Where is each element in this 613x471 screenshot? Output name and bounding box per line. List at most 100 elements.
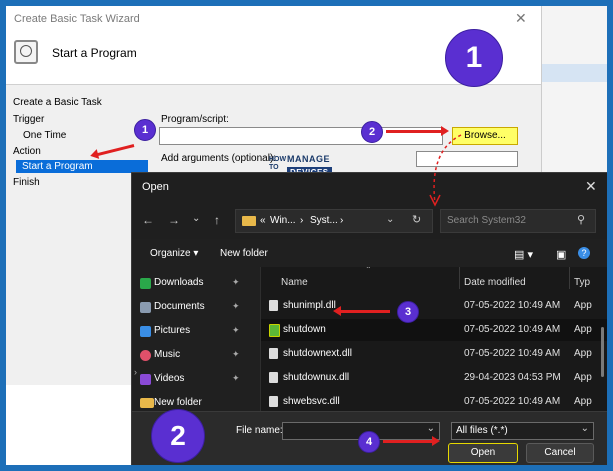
- pin-icon[interactable]: ✦: [232, 277, 240, 288]
- recent-chevron-icon[interactable]: ⌄: [192, 213, 200, 224]
- file-row[interactable]: shunimpl.dll 07-05-2022 10:49 AM App: [261, 295, 607, 317]
- refresh-icon[interactable]: ↻: [412, 213, 421, 226]
- address-segment-system[interactable]: Syst...: [310, 215, 338, 226]
- pin-icon[interactable]: ✦: [232, 349, 240, 360]
- address-dropdown-icon[interactable]: ⌄: [386, 214, 394, 225]
- file-row[interactable]: shutdownext.dll 07-05-2022 10:49 AM App: [261, 343, 607, 365]
- address-separator-end: ›: [340, 215, 344, 226]
- search-box[interactable]: Search System32 ⚲: [440, 209, 596, 233]
- search-icon[interactable]: ⚲: [577, 213, 585, 226]
- file-name: shwebsvc.dll: [283, 396, 340, 407]
- file-type: App: [574, 324, 592, 335]
- pin-icon[interactable]: ✦: [232, 373, 240, 384]
- dialog-title-bar: Open ✕: [132, 173, 607, 201]
- column-divider[interactable]: [569, 267, 570, 289]
- sort-up-icon: ⌃: [365, 267, 372, 274]
- file-name: shutdownux.dll: [283, 372, 350, 383]
- back-arrow-icon[interactable]: ←: [142, 213, 154, 227]
- sidebar-label: New folder: [154, 397, 202, 408]
- file-type: App: [574, 372, 592, 383]
- logo-how-to: HOW TO: [269, 156, 287, 171]
- downloads-icon: [140, 278, 151, 289]
- column-type[interactable]: Typ: [574, 277, 590, 288]
- dll-file-icon: [269, 372, 278, 383]
- step-badge-3: 3: [397, 301, 419, 323]
- nav-create-basic-task[interactable]: Create a Basic Task: [13, 97, 102, 108]
- annotation-arrow-to-shutdown: [333, 306, 390, 316]
- folder-icon: [242, 216, 256, 226]
- file-type-filter-value: All files (*.*): [456, 425, 508, 436]
- pictures-icon: [140, 326, 151, 337]
- annotation-arrow-to-open: [383, 436, 440, 446]
- dotted-connector-head: [429, 194, 441, 207]
- dll-file-icon: [269, 348, 278, 359]
- open-file-dialog: Open ✕ ← → ⌄ ↑ « Win... › Syst... › ⌄ ↻ …: [131, 172, 607, 465]
- open-button[interactable]: Open: [448, 443, 518, 463]
- column-name[interactable]: Name: [281, 277, 308, 288]
- file-type: App: [574, 396, 592, 407]
- dialog-close-icon[interactable]: ✕: [585, 178, 597, 195]
- dll-file-icon: [269, 300, 278, 311]
- file-row[interactable]: shutdownux.dll 29-04-2023 04:53 PM App: [261, 367, 607, 389]
- view-options-icon[interactable]: ▤ ▾: [514, 248, 533, 261]
- nav-finish[interactable]: Finish: [13, 177, 40, 188]
- search-placeholder: Search System32: [447, 215, 526, 226]
- column-date-modified[interactable]: Date modified: [464, 277, 526, 288]
- filter-dropdown-icon[interactable]: ⌄: [581, 423, 589, 434]
- nav-start-a-program[interactable]: Start a Program: [16, 160, 148, 173]
- program-script-label: Program/script:: [161, 114, 229, 125]
- wizard-title-bar: Create Basic Task Wizard ✕: [6, 6, 607, 32]
- sidebar-label: Videos: [154, 373, 185, 384]
- file-name: shutdownext.dll: [283, 348, 352, 359]
- sidebar-label: Documents: [154, 301, 205, 312]
- file-name-dropdown-icon[interactable]: ⌄: [427, 423, 435, 434]
- documents-icon: [140, 302, 151, 313]
- preview-pane-icon[interactable]: ▣: [556, 248, 566, 261]
- address-bar[interactable]: « Win... › Syst... › ⌄ ↻: [235, 209, 433, 233]
- forward-arrow-icon[interactable]: →: [168, 213, 180, 227]
- file-date: 07-05-2022 10:49 AM: [464, 348, 561, 359]
- file-row-shutdown[interactable]: shutdown 07-05-2022 10:49 AM App: [261, 319, 607, 341]
- step-badge-large-2: 2: [151, 409, 205, 463]
- help-icon[interactable]: ?: [578, 247, 590, 259]
- vertical-scrollbar[interactable]: [601, 327, 604, 377]
- up-arrow-icon[interactable]: ↑: [214, 213, 220, 227]
- folder-icon: [140, 398, 154, 408]
- organize-button[interactable]: Organize ▾: [150, 248, 198, 259]
- navigation-pane: › Downloads ✦ Documents ✦ Pictures ✦ Mus…: [132, 267, 261, 411]
- file-row[interactable]: shwebsvc.dll 07-05-2022 10:49 AM App: [261, 391, 607, 411]
- screenshot-frame: Create Basic Task Wizard ✕ Start a Progr…: [6, 6, 607, 465]
- file-list: ⌃ Name Date modified Typ shunimpl.dll 07…: [261, 267, 607, 411]
- wizard-close-icon[interactable]: ✕: [515, 10, 527, 27]
- dialog-toolbar: Organize ▾ New folder ▤ ▾ ▣ ?: [132, 239, 607, 267]
- expand-chevron-icon[interactable]: ›: [134, 367, 137, 377]
- task-clock-icon: [14, 40, 38, 64]
- address-segment-windows[interactable]: Win...: [270, 215, 296, 226]
- exe-file-icon: [269, 324, 280, 337]
- pin-icon[interactable]: ✦: [232, 301, 240, 312]
- dll-file-icon: [269, 396, 278, 407]
- wizard-heading: Start a Program: [52, 46, 137, 60]
- nav-trigger[interactable]: Trigger: [13, 114, 44, 125]
- file-type: App: [574, 300, 592, 311]
- file-date: 07-05-2022 10:49 AM: [464, 300, 561, 311]
- address-overflow: «: [260, 215, 266, 226]
- videos-icon: [140, 374, 151, 385]
- music-icon: [140, 350, 151, 361]
- address-separator: ›: [300, 215, 304, 226]
- pin-icon[interactable]: ✦: [232, 325, 240, 336]
- new-folder-button[interactable]: New folder: [220, 248, 268, 259]
- wizard-title: Create Basic Task Wizard: [14, 13, 140, 25]
- nav-action[interactable]: Action: [13, 146, 41, 157]
- step-badge-large-1: 1: [445, 29, 503, 87]
- file-type-filter[interactable]: All files (*.*) ⌄: [451, 422, 594, 440]
- step-badge-1: 1: [134, 119, 156, 141]
- background-window-bar: [542, 64, 607, 82]
- nav-one-time[interactable]: One Time: [23, 130, 66, 141]
- cancel-button[interactable]: Cancel: [526, 443, 594, 463]
- sidebar-label: Music: [154, 349, 181, 360]
- file-type: App: [574, 348, 592, 359]
- sidebar-label: Pictures: [154, 325, 191, 336]
- column-divider[interactable]: [459, 267, 460, 289]
- add-arguments-label: Add arguments (optional):: [161, 153, 277, 164]
